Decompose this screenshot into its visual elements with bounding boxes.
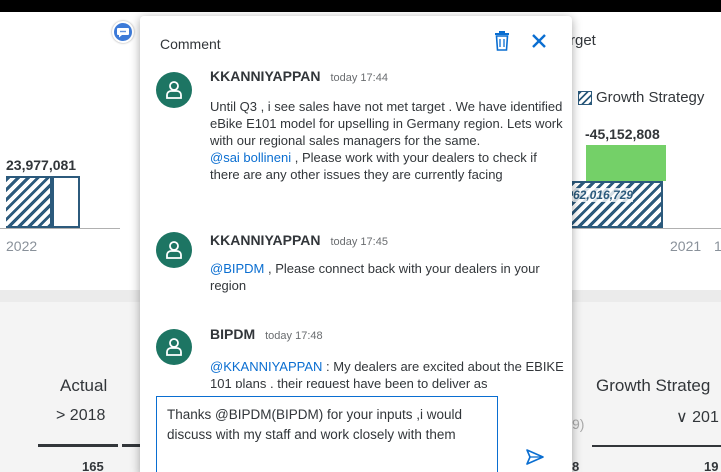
- right-hatched-bar[interactable]: 62,016,729: [571, 181, 663, 228]
- left-axis-line: [0, 228, 120, 229]
- comment-time: today 17:45: [330, 236, 388, 248]
- comment-dialog: Comment KKANNIYAPPAN today 17:44 Until Q…: [140, 16, 572, 472]
- chart-legend[interactable]: Growth Strategy: [578, 89, 704, 106]
- comment-text: Until Q3 , i see sales have not met targ…: [210, 99, 563, 182]
- green-bar-value: -45,152,808: [585, 126, 660, 142]
- comment-author: KKANNIYAPPAN today 17:45: [210, 232, 388, 248]
- left-year-label: 2022: [6, 238, 38, 254]
- header-underline: [122, 444, 142, 447]
- comment-input[interactable]: Thanks @BIPDM(BIPDM) for your inputs ,i …: [156, 396, 498, 472]
- comment-icon[interactable]: [112, 21, 134, 43]
- comment-text: @BIPDM , Please connect back with your d…: [210, 261, 540, 293]
- mention-link[interactable]: @sai bollineni: [210, 150, 291, 165]
- story-canvas: 23,977,081 2022 rget Growth Strategy -45…: [0, 0, 721, 472]
- left-bar-value: 23,977,081: [6, 157, 77, 173]
- person-icon: [166, 81, 182, 99]
- growth-year-expander[interactable]: ∨ 201: [676, 407, 719, 427]
- top-bar: [0, 0, 721, 12]
- avatar: [156, 72, 192, 108]
- mention-link[interactable]: @KKANNIYAPPAN: [210, 359, 322, 374]
- send-icon[interactable]: [524, 446, 546, 468]
- hidden-column-header: 9): [572, 416, 585, 432]
- actual-column-header: Actual: [60, 376, 108, 395]
- growth-value-cell: 19: [704, 459, 719, 472]
- comment-time: today 17:44: [330, 72, 388, 84]
- left-outline-bar[interactable]: [52, 176, 80, 228]
- right-axis-line: [571, 228, 721, 229]
- right-year-label: 2021: [670, 238, 702, 254]
- left-hatched-bar[interactable]: [6, 176, 52, 228]
- hidden-value-cell: 8: [572, 459, 580, 472]
- dialog-header: Comment: [140, 16, 572, 66]
- avatar: [156, 232, 192, 268]
- right-chart-title: rget: [570, 32, 596, 49]
- legend-label: Growth Strategy: [596, 89, 705, 106]
- close-icon[interactable]: [528, 30, 550, 52]
- actual-value-cell: 165: [82, 459, 104, 472]
- comment-text: @KKANNIYAPPAN : My dealers are excited a…: [210, 359, 564, 388]
- dialog-title: Comment: [160, 36, 221, 52]
- trash-icon[interactable]: [492, 30, 512, 52]
- hatched-bar-value: 62,016,729: [573, 188, 634, 202]
- person-icon: [166, 241, 182, 259]
- growth-column-header: Growth Strateg: [596, 376, 711, 395]
- comment-author: KKANNIYAPPAN today 17:44: [210, 68, 388, 84]
- header-underline: [592, 445, 721, 447]
- comment-time: today 17:48: [265, 330, 323, 342]
- person-icon: [166, 338, 182, 356]
- mention-link[interactable]: @BIPDM: [210, 261, 264, 276]
- actual-year-expander[interactable]: > 2018: [56, 407, 105, 425]
- comment-author: BIPDM today 17:48: [210, 326, 323, 342]
- right-year-peek: 1: [714, 238, 721, 254]
- avatar: [156, 329, 192, 365]
- header-underline: [38, 444, 118, 447]
- green-bar[interactable]: [586, 145, 666, 181]
- legend-hatch-swatch: [578, 90, 592, 105]
